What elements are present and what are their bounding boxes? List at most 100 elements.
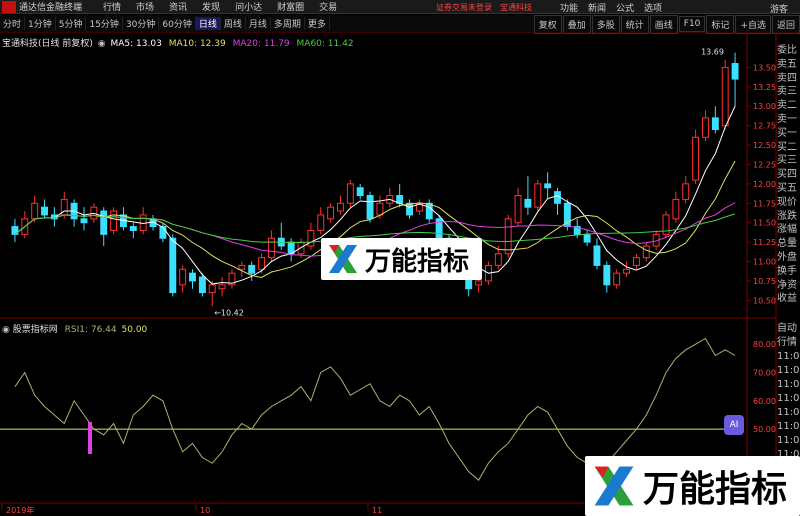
price-tick-label: 13.50	[753, 63, 776, 72]
candle-down	[169, 237, 177, 294]
candle-down	[41, 206, 48, 216]
candle-down	[554, 191, 561, 204]
tick-label: 自动	[777, 323, 797, 334]
candle-up	[31, 202, 39, 220]
watermark-text-2: 万能指标	[643, 469, 788, 510]
tick-label: 11:0	[777, 421, 800, 432]
indicator-settings-icon[interactable]: ◉	[2, 325, 10, 335]
info-label: 收益	[777, 293, 797, 305]
rsi-tick-label: 80.00	[753, 340, 776, 349]
candle-up	[692, 136, 700, 181]
ma60-value: MA60: 11.42	[296, 39, 354, 49]
candle-down	[593, 245, 601, 266]
price-tick-label: 12.75	[753, 122, 776, 131]
rsi-tick-label: 50.00	[753, 425, 776, 434]
watermark-logo-icon	[329, 245, 357, 273]
candle-up	[110, 210, 118, 231]
candle-up	[534, 183, 542, 208]
info-label: 卖三	[777, 86, 797, 98]
candle-down	[129, 226, 137, 231]
candle-up	[504, 218, 512, 255]
tick-label: 11:0	[777, 365, 800, 376]
candle-up	[179, 268, 187, 286]
high-price-label: 13.69	[701, 48, 724, 57]
price-tick-label: 10.50	[753, 296, 776, 305]
candle-down	[159, 226, 167, 239]
watermark-logo-icon-2	[594, 466, 634, 506]
ma10-value: MA10: 12.39	[168, 39, 226, 49]
candle-up	[376, 202, 384, 216]
tick-label: 11:0	[777, 379, 800, 390]
rsi-tick-label: 60.00	[753, 397, 776, 406]
signal-marker	[88, 422, 92, 454]
ai-assistant-button[interactable]: AI	[724, 415, 744, 435]
candle-down	[356, 187, 364, 197]
info-label: 卖二	[777, 100, 797, 112]
tick-label: 11:0	[777, 407, 800, 418]
candle-up	[613, 272, 621, 286]
candle-up	[632, 257, 640, 266]
rsi1-value: RSI1: 76.44	[64, 325, 117, 335]
price-tick-label: 11.00	[753, 258, 776, 267]
info-label: 涨幅	[777, 224, 797, 236]
candle-up	[337, 202, 344, 212]
x-tick-label: 10	[200, 506, 210, 515]
tick-label: 行情	[777, 337, 797, 348]
indicator-name: 股票指标网	[12, 325, 58, 335]
ma5-value: MA5: 13.03	[110, 39, 162, 49]
candle-down	[524, 198, 532, 208]
candle-up	[672, 198, 680, 220]
price-tick-label: 12.50	[753, 141, 776, 150]
info-label: 外盘	[777, 251, 797, 263]
info-label: 买一	[777, 127, 797, 139]
candle-up	[258, 257, 266, 270]
price-tick-label: 13.00	[753, 102, 776, 111]
candle-down	[366, 195, 374, 220]
price-tick-label: 12.25	[753, 160, 776, 169]
candle-up	[642, 245, 650, 259]
info-label: 现价	[777, 196, 797, 208]
info-label: 卖四	[777, 72, 797, 84]
candle-up	[317, 214, 325, 231]
rsi-level: 50.00	[121, 325, 148, 335]
info-label: 委比	[777, 45, 797, 56]
ma20-value: MA20: 11.79	[232, 39, 290, 49]
tick-label: 11:0	[777, 351, 800, 362]
candle-up	[475, 280, 483, 286]
price-tick-label: 10.75	[753, 277, 776, 286]
candle-up	[208, 284, 216, 294]
info-label: 净资	[777, 279, 797, 291]
price-tick-label: 12.00	[753, 180, 776, 189]
candle-up	[327, 206, 335, 220]
watermark-center: 万能指标	[321, 238, 482, 280]
rsi-tick-label: 70.00	[753, 369, 776, 378]
candle-down	[603, 264, 611, 286]
candle-down	[425, 202, 433, 220]
price-tick-label: 13.25	[753, 83, 776, 92]
candle-up	[346, 183, 354, 204]
ma-legend: 宝通科技(日线 前复权) ◉ MA5: 13.03 MA10: 12.39 MA…	[2, 36, 354, 49]
candle-up	[623, 268, 631, 274]
info-label: 总量	[777, 238, 797, 250]
watermark-text: 万能指标	[365, 246, 470, 277]
info-label: 涨跌	[777, 210, 797, 222]
price-tick-label: 11.75	[753, 199, 776, 208]
candle-down	[544, 183, 552, 189]
low-price-label: ←10.42	[214, 309, 244, 318]
candle-down	[198, 276, 206, 294]
info-label: 换手	[777, 265, 797, 277]
candle-up	[682, 183, 690, 200]
candle-up	[514, 195, 522, 224]
candle-up	[702, 117, 709, 138]
candle-down	[711, 117, 719, 131]
settings-icon[interactable]: ◉	[98, 39, 106, 49]
stock-name: 宝通科技(日线 前复权)	[2, 39, 93, 49]
candle-up	[218, 284, 226, 290]
candle-up	[721, 66, 729, 127]
info-label: 买五	[777, 182, 797, 194]
x-tick-label: 2019年	[6, 505, 34, 515]
candle-down	[100, 210, 108, 235]
candle-down	[583, 233, 591, 243]
quote-info-column: 委比 卖五 卖四 卖三 卖二 卖一 买一 买二 买三 买四 买五 现价 涨跌 涨幅 总量 外盘 换手 净资 收益	[777, 44, 800, 306]
rsi-legend: ◉ 股票指标网 RSI1: 76.44 50.00	[2, 322, 147, 335]
